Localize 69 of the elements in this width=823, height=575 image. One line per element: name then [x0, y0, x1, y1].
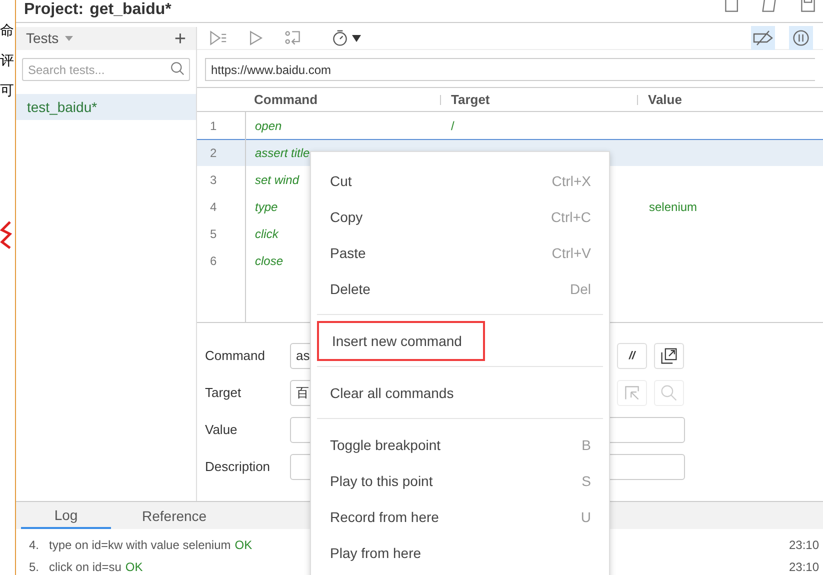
- panel-tab[interactable]: Log: [21, 503, 111, 529]
- command-cell: set wind: [255, 172, 300, 187]
- pause-button[interactable]: [789, 26, 813, 50]
- test-item[interactable]: test_baidu*: [16, 94, 196, 120]
- command-cell: open: [255, 118, 282, 133]
- menu-item[interactable]: Copy Ctrl+C: [317, 199, 603, 235]
- disable-breakpoints-button[interactable]: [751, 26, 775, 50]
- menu-item[interactable]: Clear all commands: [317, 375, 603, 411]
- command-cell: type: [255, 200, 278, 214]
- project-label: Project:: [24, 0, 84, 19]
- url-field[interactable]: https://www.baidu.com: [205, 58, 815, 81]
- row-number: 4: [209, 198, 218, 216]
- project-name: get_baidu*: [90, 0, 172, 19]
- menu-item[interactable]: Delete Del: [317, 271, 603, 307]
- timer-icon[interactable]: [331, 29, 349, 47]
- tests-title: Tests: [26, 29, 59, 48]
- field-label: Command: [205, 347, 266, 366]
- log-number: 4.: [29, 537, 40, 554]
- menu-item[interactable]: Cut Ctrl+X: [317, 163, 603, 199]
- new-file-icon[interactable]: [723, 0, 741, 14]
- cursor-select-icon: [623, 384, 641, 402]
- menu-item[interactable]: Insert new command: [317, 321, 485, 361]
- row-number: 6: [209, 252, 218, 270]
- row-number: 1: [209, 118, 218, 134]
- log-time: 23:10: [788, 537, 819, 554]
- add-test-button[interactable]: +: [174, 28, 186, 48]
- field-label: Value: [205, 421, 238, 440]
- menu-item[interactable]: Play to this point S: [317, 463, 603, 499]
- scribble-drawing: [0, 220, 12, 250]
- menu-item[interactable]: Record from here U: [317, 499, 603, 535]
- save-icon[interactable]: [799, 0, 817, 14]
- menu-item[interactable]: Toggle breakpoint B: [317, 427, 603, 463]
- column-header: Command: [254, 90, 318, 109]
- menu-item[interactable]: Paste Ctrl+V: [317, 235, 603, 271]
- caret-icon[interactable]: [352, 34, 361, 42]
- log-message: click on id=su: [49, 559, 122, 575]
- field-label: Target: [205, 384, 242, 402]
- command-cell: close: [255, 254, 284, 268]
- target-cell: /: [451, 118, 454, 133]
- open-window-icon: [660, 347, 678, 365]
- panel-tab[interactable]: Reference: [126, 503, 223, 529]
- row-number: 3: [209, 172, 218, 188]
- field-label: Description: [205, 458, 272, 476]
- column-header: Target: [451, 90, 490, 109]
- page-text: 可: [0, 81, 15, 100]
- step-icon[interactable]: [283, 29, 303, 47]
- folder-icon[interactable]: [761, 0, 779, 14]
- row-number: 5: [209, 226, 218, 242]
- row-number: 2: [209, 145, 218, 162]
- log-status: OK: [125, 559, 143, 575]
- log-time: 23:10: [788, 559, 819, 575]
- comment-button[interactable]: //: [617, 343, 647, 369]
- table-row[interactable]: 1 open /: [197, 112, 823, 139]
- run-all-icon[interactable]: [207, 29, 229, 47]
- log-number: 5.: [29, 559, 40, 575]
- search-icon[interactable]: [170, 61, 186, 77]
- search-field[interactable]: Search tests...: [22, 58, 190, 81]
- open-external-button[interactable]: [654, 343, 684, 369]
- command-cell: click: [255, 226, 278, 241]
- command-cell: assert title: [255, 146, 310, 160]
- page-text: 命: [0, 21, 15, 40]
- search-icon: [660, 384, 678, 402]
- log-status: OK: [234, 537, 252, 554]
- menu-item[interactable]: Play from here: [317, 535, 603, 571]
- value-cell: selenium: [649, 200, 698, 214]
- log-message: type on id=kw with value selenium: [49, 537, 231, 554]
- page-text: 评: [0, 51, 15, 70]
- column-header: Value: [648, 90, 682, 109]
- play-icon[interactable]: [247, 29, 265, 47]
